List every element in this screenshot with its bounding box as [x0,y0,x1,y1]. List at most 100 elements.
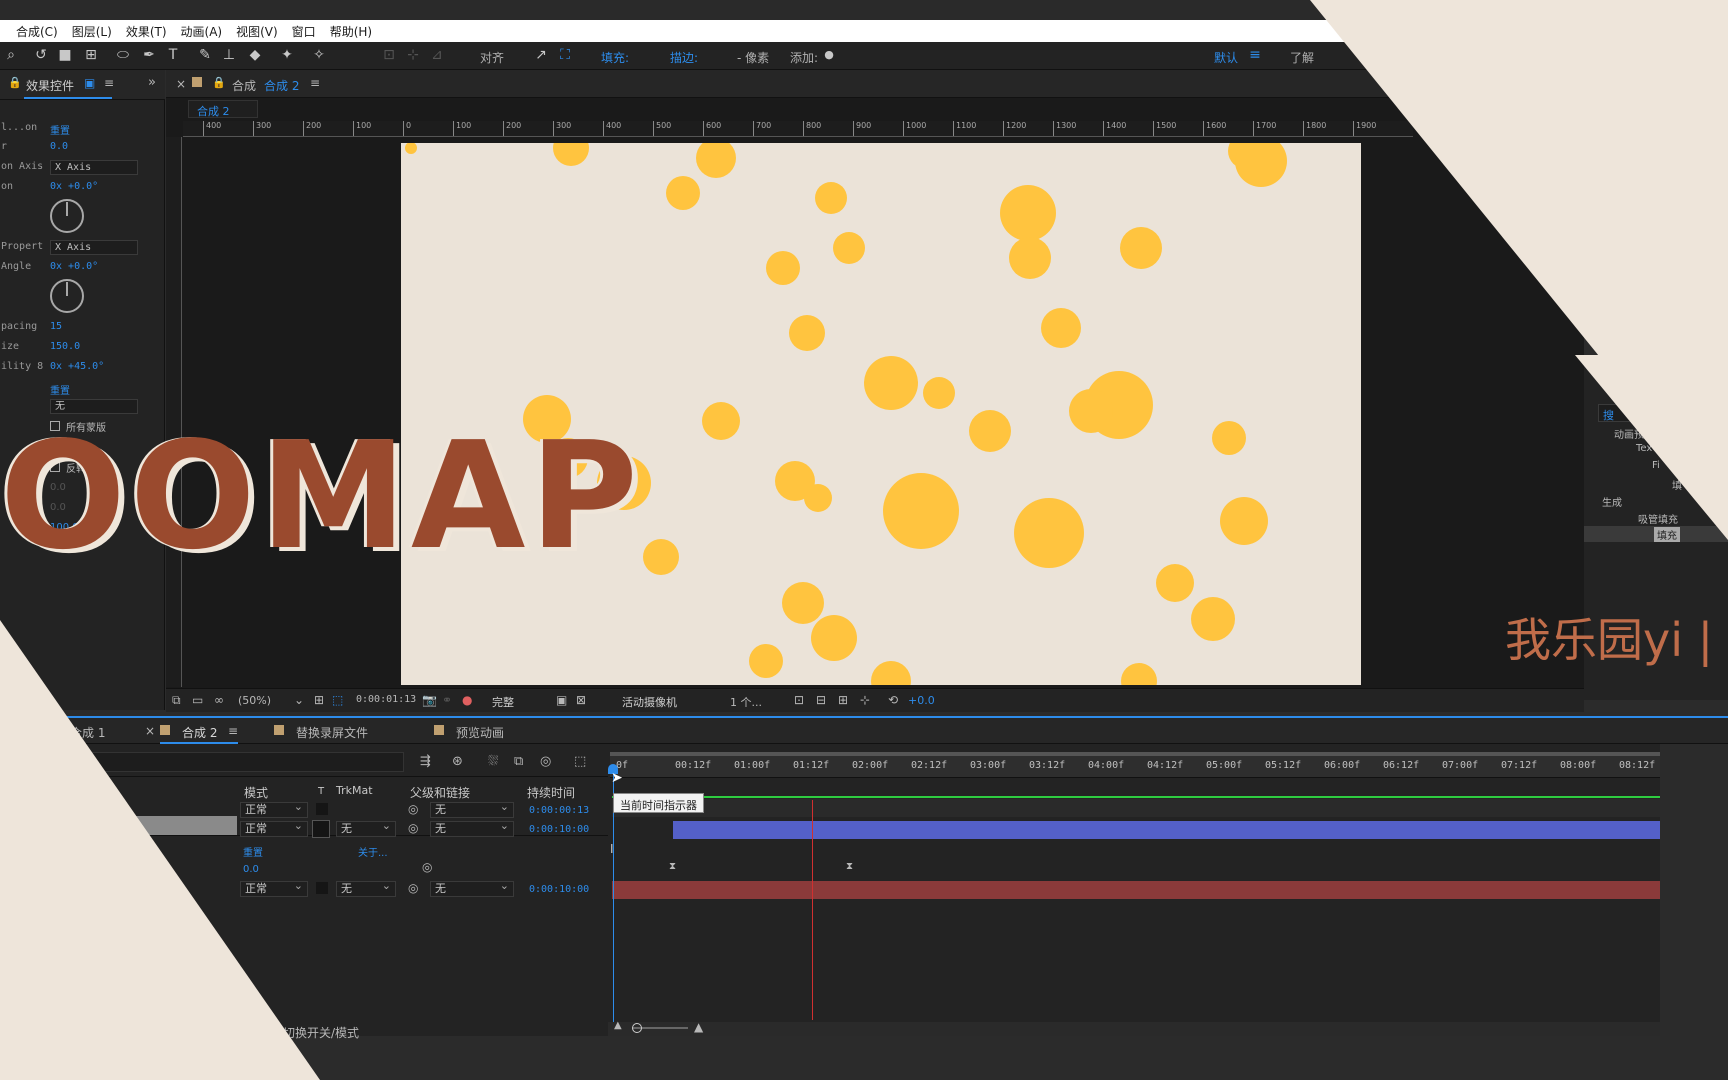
ellipse-tool-icon[interactable]: ⬭ [114,46,132,64]
layer-1-preserve-transparency[interactable] [316,803,328,815]
menu-layer[interactable]: 图层(L) [72,23,112,40]
tab-comp-1[interactable]: 合成 1 [70,724,105,741]
snapshot-icon[interactable]: 📷 [422,693,437,707]
layer-3-bar[interactable] [612,881,1660,899]
search-icon[interactable]: ⌕ [2,46,20,64]
flowchart-icon[interactable]: ⊹ [860,693,870,707]
tree-item[interactable]: 填 [1672,477,1682,492]
camera-tool-icon[interactable]: ■ [56,46,74,64]
zoom-out-icon[interactable]: ▲ [614,1020,622,1031]
eraser-tool-icon[interactable]: ◆ [246,46,264,64]
layer-1-duration[interactable]: 0:00:00:13 [529,805,589,816]
draft-3d-icon[interactable]: ⊛ [452,754,463,769]
pickwhip-icon[interactable]: ◎ [408,821,418,835]
menu-compose[interactable]: 合成(C) [16,23,58,40]
close-icon[interactable]: × [145,724,155,738]
puppet-pin-icon[interactable]: ✧ [310,46,328,64]
effect-about-link[interactable]: 关于... [358,844,388,859]
layer-3-parent-select[interactable]: 无 [430,879,514,897]
mask-path-icon[interactable]: ⬚ [332,693,343,707]
stroke-label[interactable]: 描边: [670,49,698,66]
layer-2-parent-select[interactable]: 无 [430,819,514,837]
zoom-select[interactable]: (50%) [238,694,271,707]
keyframe-icon[interactable]: ⧗ [846,861,853,872]
transparency-grid-icon[interactable]: ⊠ [576,693,586,707]
always-preview-icon[interactable]: ⧉ [172,693,181,708]
rotation-value[interactable]: 0x +0.0° [50,181,98,192]
tab-preview-animation[interactable]: 预览动画 [456,724,504,741]
property-value[interactable]: 0.0 [50,141,68,152]
effect-reset-link[interactable]: 重置 [243,844,263,859]
pan-behind-tool-icon[interactable]: ⊞ [82,46,100,64]
toggle-pixel-icon[interactable]: ⊡ [794,693,804,707]
menu-animation[interactable]: 动画(A) [181,23,223,40]
layer-2-duration[interactable]: 0:00:10:00 [529,824,589,835]
second-effect-reset[interactable]: 重置 [50,382,70,397]
snap-options-icon[interactable]: ⛶ [556,46,574,64]
effect-reset-link[interactable]: 重置 [50,122,70,137]
fill-label[interactable]: 填充: [601,49,629,66]
views-select[interactable]: 1 个... [730,694,762,710]
panel-menu-icon[interactable]: ≡ [310,76,320,90]
timeline-search-input[interactable] [0,752,404,772]
work-area-bar[interactable] [610,752,1660,756]
effect-controls-tab[interactable]: 🔒 效果控件 ▣ ≡ » [0,70,165,100]
menu-window[interactable]: 窗口 [292,23,316,40]
layer-3-preserve-transparency[interactable] [316,882,328,894]
menu-view[interactable]: 视图(V) [236,23,278,40]
title-safe-icon[interactable]: ⊞ [314,693,324,707]
close-icon[interactable]: × [176,77,186,91]
angle-dial[interactable] [50,279,84,313]
lock-icon[interactable]: 🔒 [212,76,226,89]
pen-tool-icon[interactable]: ✒ [140,46,158,64]
snap-icon[interactable]: ↗ [532,46,550,64]
layer-2-preserve-transparency[interactable] [312,820,330,838]
effect-fill-selected[interactable]: 填充 [1654,527,1680,542]
brush-tool-icon[interactable]: ✎ [196,46,214,64]
keyframe-icon[interactable]: ⧗ [669,861,676,872]
reset-exposure-icon[interactable]: ⟲ [888,693,898,707]
roto-brush-icon[interactable]: ✦ [278,46,296,64]
angle-value[interactable]: 0x +0.0° [50,261,98,272]
tab-comp-2[interactable]: 合成 2 [182,724,217,741]
fast-preview-icon[interactable]: ⊟ [816,693,826,707]
shy-layers-icon[interactable]: ⛆ [488,754,498,769]
workspace-menu-icon[interactable]: ≡ [1246,46,1264,64]
tree-category-generate[interactable]: 生成 [1602,494,1622,509]
zoom-slider-thumb[interactable] [632,1023,642,1033]
selected-layer-row[interactable] [0,816,237,836]
property-axis-select[interactable]: X Axis [50,240,138,255]
roi-icon[interactable]: ▣ [556,693,567,707]
tab-replace-recording[interactable]: 替换录屏文件 [296,724,368,741]
vr-icon[interactable]: ▭ [192,693,203,707]
layer-2-bar[interactable] [673,821,1660,839]
resolution-select[interactable]: 完整 [492,694,514,710]
tree-item[interactable]: Fi [1652,460,1660,471]
workspace-learn[interactable]: 了解 [1290,49,1314,66]
workspace-default[interactable]: 默认 [1214,49,1238,66]
motion-blur-icon[interactable]: ◎ [540,754,551,769]
breadcrumb[interactable]: 合成 2 [188,100,258,118]
frame-blending-icon[interactable]: ⧉ [514,754,523,769]
effect-eyedropper-fill[interactable]: 吸管填充 [1638,511,1678,526]
size-value[interactable]: 150.0 [50,341,80,352]
layer-2-mode-select[interactable]: 正常 [240,819,308,837]
add-dropdown-icon[interactable]: ● [820,46,838,64]
rotate-tool-icon[interactable]: ↺ [32,46,50,64]
layer-1-parent-select[interactable]: 无 [430,800,514,818]
axis-select[interactable]: X Axis [50,160,138,175]
exposure-value[interactable]: +0.0 [908,694,935,707]
layer-1-mode-select[interactable]: 正常 [240,800,308,818]
zoom-in-icon[interactable]: ▲ [694,1020,703,1034]
comp-tab-name[interactable]: 合成 2 [264,77,299,94]
lock-icon[interactable]: 🔒 [8,76,22,89]
comp-mini-flowchart-icon[interactable]: ⇶ [420,754,431,769]
layer-3-trkmat-select[interactable]: 无 [336,879,396,897]
timeline-icon[interactable]: ⊞ [838,693,848,707]
type-tool-icon[interactable]: T [164,46,182,64]
panel-menu-icon[interactable]: ≡ [228,724,238,738]
visibility-value[interactable]: 0x +45.0° [50,361,104,372]
property-value[interactable]: 0.0 [243,864,259,875]
layer-3-mode-select[interactable]: 正常 [240,879,308,897]
pickwhip-icon[interactable]: ◎ [408,881,418,895]
